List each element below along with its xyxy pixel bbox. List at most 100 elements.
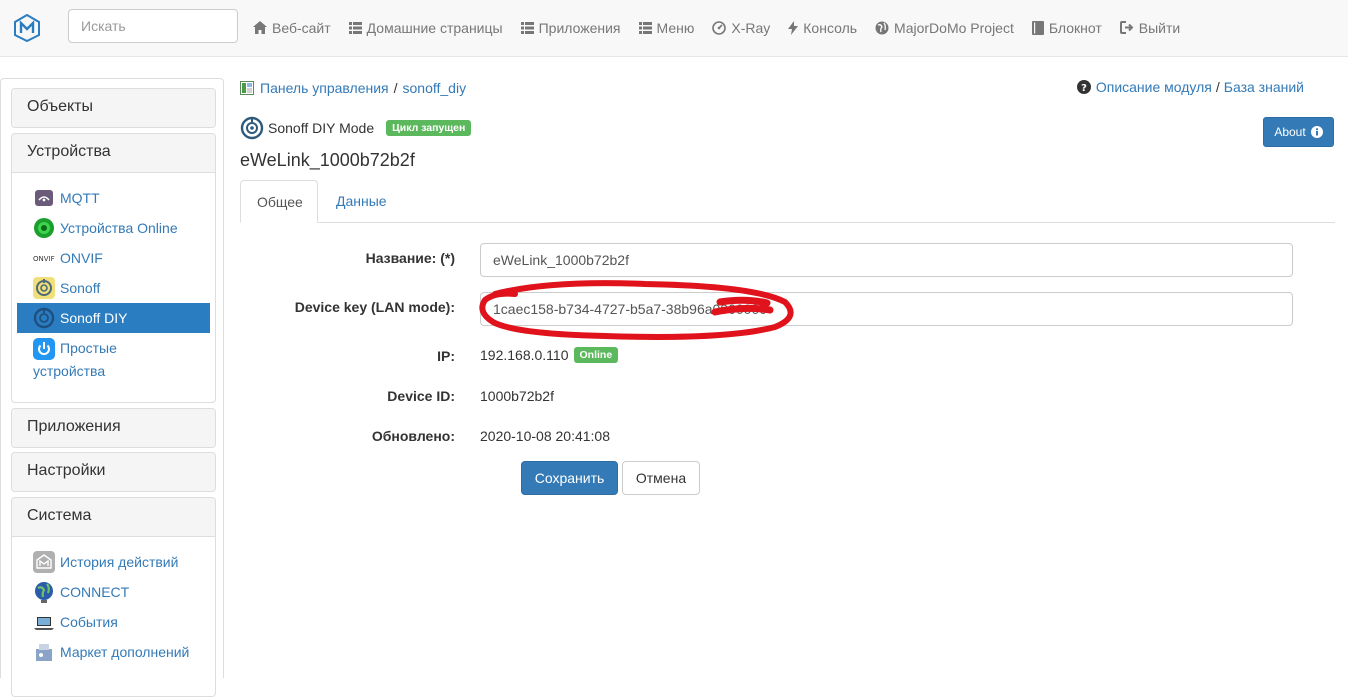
sidebar-panel-settings[interactable]: Настройки: [11, 452, 216, 492]
panel-heading-objects[interactable]: Объекты: [12, 89, 215, 127]
sidebar-item-events[interactable]: События: [17, 607, 210, 637]
nav-xray[interactable]: X-Ray: [703, 0, 779, 55]
breadcrumb-current[interactable]: sonoff_diy: [403, 80, 467, 96]
control-panel-icon: [240, 81, 254, 95]
globe-icon: [875, 21, 889, 34]
device-id-label: Device ID:: [387, 388, 455, 404]
sidebar-item-onvif[interactable]: ONVIF ONVIF: [17, 243, 210, 273]
device-title: eWeLink_1000b72b2f: [240, 150, 415, 170]
nav-project[interactable]: MajorDoMo Project: [866, 0, 1023, 55]
tabs: Общее Данные: [240, 180, 1335, 223]
module-name: Sonoff DIY Mode: [268, 120, 375, 136]
sidebar-item-label: История действий: [60, 554, 179, 570]
nav-label: Меню: [656, 19, 695, 36]
info-icon: [1310, 126, 1323, 138]
updated-label: Обновлено:: [371, 428, 455, 444]
tab-data[interactable]: Данные: [320, 180, 403, 223]
name-label: Название: (*): [365, 250, 455, 266]
nav-logout[interactable]: Выйти: [1111, 0, 1189, 55]
power-icon: [33, 337, 55, 360]
module-links-separator: /: [1215, 79, 1220, 95]
sidebar-item-label: Простые: [60, 340, 117, 356]
cycle-status-badge: Цикл запущен: [386, 120, 472, 136]
sidebar-item-history[interactable]: История действий: [17, 547, 210, 577]
sidebar-item-connect[interactable]: CONNECT: [17, 577, 210, 607]
sidebar-item-label: Маркет дополнений: [60, 644, 190, 660]
flash-icon: [788, 20, 799, 35]
name-input[interactable]: [480, 243, 1293, 277]
updated-value: 2020-10-08 20:41:08: [480, 428, 610, 444]
sidebar-panel-apps[interactable]: Приложения: [11, 408, 216, 448]
module-title: Sonoff DIY Mode Цикл запущен: [240, 116, 472, 140]
sonoff-icon: [33, 277, 55, 299]
question-circle-icon: ?: [1076, 80, 1091, 94]
sidebar-item-label: CONNECT: [60, 584, 130, 600]
panel-heading-apps[interactable]: Приложения: [12, 409, 215, 447]
nav-website[interactable]: Веб-сайт: [244, 0, 340, 55]
cancel-button[interactable]: Отмена: [622, 461, 700, 495]
sidebar: Объекты Устройства MQTT Устройства Onlin…: [0, 78, 224, 697]
nav-menu[interactable]: Меню: [630, 0, 704, 55]
nav-label: Веб-сайт: [272, 19, 331, 36]
sidebar-item-label: Устройства Online: [60, 220, 178, 236]
device-id-value: 1000b72b2f: [480, 388, 554, 404]
nav-label: X-Ray: [731, 19, 771, 36]
sidebar-item-label: Sonoff DIY: [60, 310, 128, 326]
breadcrumb: Панель управления / sonoff_diy: [240, 78, 466, 98]
onvif-icon: ONVIF: [33, 255, 55, 263]
breadcrumb-control-panel[interactable]: Панель управления: [260, 80, 389, 96]
sidebar-item-label: ONVIF: [60, 250, 103, 266]
events-icon: [34, 617, 54, 630]
sidebar-item-simple-devices[interactable]: Простые устройства: [17, 333, 210, 387]
ip-value-row: 192.168.0.110 Online: [480, 347, 619, 363]
devices-list: MQTT Устройства Online ONVIF ONVIF Sonof…: [12, 172, 215, 402]
system-list: История действий CONNECT События Маркет …: [12, 536, 215, 677]
sidebar-item-label: MQTT: [60, 190, 100, 206]
nav-console[interactable]: Консоль: [779, 0, 866, 55]
nav-apps[interactable]: Приложения: [512, 0, 630, 55]
sidebar-item-label-line2: устройства: [33, 363, 106, 379]
nav-label: MajorDoMo Project: [894, 19, 1014, 36]
save-button[interactable]: Сохранить: [521, 461, 618, 495]
breadcrumb-separator: /: [393, 80, 398, 96]
online-icon: [34, 218, 54, 238]
main-nav: Веб-сайт Домашние страницы Приложения Ме…: [244, 0, 1189, 55]
about-label: About: [1274, 125, 1306, 139]
history-icon: [33, 551, 55, 573]
sidebar-item-sonoff[interactable]: Sonoff: [17, 273, 210, 303]
book-icon: [1031, 20, 1044, 35]
search-input[interactable]: [68, 9, 238, 43]
home-icon: [253, 21, 267, 34]
sidebar-item-label: События: [60, 614, 118, 630]
nav-home-pages[interactable]: Домашние страницы: [340, 0, 512, 55]
mqtt-icon: [35, 190, 53, 206]
about-button[interactable]: About: [1263, 117, 1334, 147]
panel-heading-system[interactable]: Система: [12, 498, 215, 536]
top-navbar: Веб-сайт Домашние страницы Приложения Ме…: [0, 0, 1348, 57]
panel-heading-settings[interactable]: Настройки: [12, 453, 215, 491]
sidebar-item-market[interactable]: Маркет дополнений: [17, 637, 210, 667]
ip-value: 192.168.0.110: [480, 347, 569, 363]
nav-label: Выйти: [1138, 19, 1181, 36]
sidebar-panel-devices: Устройства MQTT Устройства Online ONVIF …: [11, 133, 216, 403]
module-description-link[interactable]: Описание модуля: [1096, 79, 1212, 95]
svg-text:ONVIF: ONVIF: [33, 255, 55, 263]
nav-notebook[interactable]: Блокнот: [1023, 0, 1111, 55]
sidebar-item-online[interactable]: Устройства Online: [17, 213, 210, 243]
nav-label: Консоль: [803, 19, 858, 36]
online-status-badge: Online: [573, 347, 619, 363]
knowledge-base-link[interactable]: База знаний: [1224, 79, 1304, 95]
panel-heading-devices[interactable]: Устройства: [12, 134, 215, 172]
tab-general[interactable]: Общее: [240, 180, 318, 223]
dashboard-icon: [712, 20, 727, 35]
ip-label: IP:: [437, 348, 455, 364]
majordomo-logo-icon[interactable]: [14, 14, 40, 42]
sidebar-item-mqtt[interactable]: MQTT: [17, 183, 210, 213]
list-icon: [638, 21, 652, 34]
sidebar-item-sonoff-diy[interactable]: Sonoff DIY: [17, 303, 210, 333]
sonoff-diy-icon: [33, 307, 55, 329]
list-icon: [348, 21, 362, 34]
nav-label: Домашние страницы: [366, 19, 503, 36]
device-key-input[interactable]: [480, 292, 1293, 326]
sidebar-panel-objects[interactable]: Объекты: [11, 88, 216, 128]
